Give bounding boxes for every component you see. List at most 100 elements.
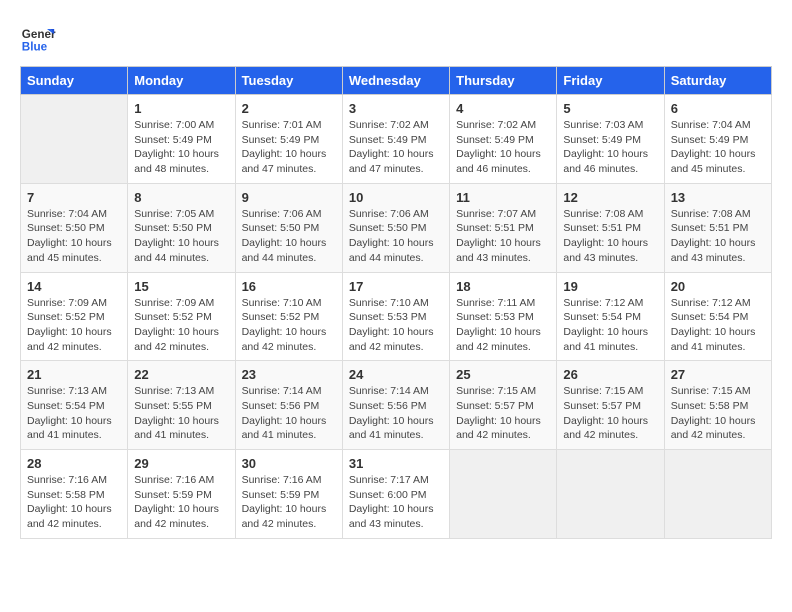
day-cell: 20 Sunrise: 7:12 AM Sunset: 5:54 PM Dayli… bbox=[664, 272, 771, 361]
day-cell: 12 Sunrise: 7:08 AM Sunset: 5:51 PM Dayli… bbox=[557, 183, 664, 272]
day-info: Sunrise: 7:13 AM Sunset: 5:55 PM Dayligh… bbox=[134, 384, 228, 443]
day-number: 26 bbox=[563, 367, 657, 382]
day-info: Sunrise: 7:10 AM Sunset: 5:52 PM Dayligh… bbox=[242, 296, 336, 355]
day-info: Sunrise: 7:12 AM Sunset: 5:54 PM Dayligh… bbox=[671, 296, 765, 355]
day-info: Sunrise: 7:09 AM Sunset: 5:52 PM Dayligh… bbox=[134, 296, 228, 355]
day-info: Sunrise: 7:12 AM Sunset: 5:54 PM Dayligh… bbox=[563, 296, 657, 355]
header-cell-sunday: Sunday bbox=[21, 67, 128, 95]
header-cell-thursday: Thursday bbox=[450, 67, 557, 95]
day-number: 8 bbox=[134, 190, 228, 205]
day-number: 23 bbox=[242, 367, 336, 382]
day-number: 1 bbox=[134, 101, 228, 116]
day-info: Sunrise: 7:17 AM Sunset: 6:00 PM Dayligh… bbox=[349, 473, 443, 532]
day-number: 16 bbox=[242, 279, 336, 294]
day-cell: 27 Sunrise: 7:15 AM Sunset: 5:58 PM Dayli… bbox=[664, 361, 771, 450]
day-number: 29 bbox=[134, 456, 228, 471]
day-number: 9 bbox=[242, 190, 336, 205]
header-row: SundayMondayTuesdayWednesdayThursdayFrid… bbox=[21, 67, 772, 95]
day-info: Sunrise: 7:04 AM Sunset: 5:49 PM Dayligh… bbox=[671, 118, 765, 177]
header-cell-friday: Friday bbox=[557, 67, 664, 95]
day-cell: 8 Sunrise: 7:05 AM Sunset: 5:50 PM Daylig… bbox=[128, 183, 235, 272]
day-number: 31 bbox=[349, 456, 443, 471]
day-info: Sunrise: 7:16 AM Sunset: 5:59 PM Dayligh… bbox=[242, 473, 336, 532]
day-cell: 18 Sunrise: 7:11 AM Sunset: 5:53 PM Dayli… bbox=[450, 272, 557, 361]
day-cell: 30 Sunrise: 7:16 AM Sunset: 5:59 PM Dayli… bbox=[235, 450, 342, 539]
header-cell-saturday: Saturday bbox=[664, 67, 771, 95]
week-row-1: 1 Sunrise: 7:00 AM Sunset: 5:49 PM Daylig… bbox=[21, 95, 772, 184]
day-info: Sunrise: 7:11 AM Sunset: 5:53 PM Dayligh… bbox=[456, 296, 550, 355]
day-cell: 13 Sunrise: 7:08 AM Sunset: 5:51 PM Dayli… bbox=[664, 183, 771, 272]
day-number: 21 bbox=[27, 367, 121, 382]
day-cell: 4 Sunrise: 7:02 AM Sunset: 5:49 PM Daylig… bbox=[450, 95, 557, 184]
day-info: Sunrise: 7:08 AM Sunset: 5:51 PM Dayligh… bbox=[563, 207, 657, 266]
day-cell bbox=[450, 450, 557, 539]
day-info: Sunrise: 7:00 AM Sunset: 5:49 PM Dayligh… bbox=[134, 118, 228, 177]
day-info: Sunrise: 7:04 AM Sunset: 5:50 PM Dayligh… bbox=[27, 207, 121, 266]
day-info: Sunrise: 7:10 AM Sunset: 5:53 PM Dayligh… bbox=[349, 296, 443, 355]
day-cell: 15 Sunrise: 7:09 AM Sunset: 5:52 PM Dayli… bbox=[128, 272, 235, 361]
day-number: 19 bbox=[563, 279, 657, 294]
day-number: 24 bbox=[349, 367, 443, 382]
day-cell: 23 Sunrise: 7:14 AM Sunset: 5:56 PM Dayli… bbox=[235, 361, 342, 450]
day-cell: 24 Sunrise: 7:14 AM Sunset: 5:56 PM Dayli… bbox=[342, 361, 449, 450]
logo-icon: General Blue bbox=[20, 20, 56, 56]
day-info: Sunrise: 7:01 AM Sunset: 5:49 PM Dayligh… bbox=[242, 118, 336, 177]
day-cell: 26 Sunrise: 7:15 AM Sunset: 5:57 PM Dayli… bbox=[557, 361, 664, 450]
day-number: 13 bbox=[671, 190, 765, 205]
header-cell-monday: Monday bbox=[128, 67, 235, 95]
day-info: Sunrise: 7:16 AM Sunset: 5:58 PM Dayligh… bbox=[27, 473, 121, 532]
day-info: Sunrise: 7:02 AM Sunset: 5:49 PM Dayligh… bbox=[456, 118, 550, 177]
day-number: 18 bbox=[456, 279, 550, 294]
day-number: 4 bbox=[456, 101, 550, 116]
day-cell: 31 Sunrise: 7:17 AM Sunset: 6:00 PM Dayli… bbox=[342, 450, 449, 539]
day-cell: 6 Sunrise: 7:04 AM Sunset: 5:49 PM Daylig… bbox=[664, 95, 771, 184]
day-info: Sunrise: 7:14 AM Sunset: 5:56 PM Dayligh… bbox=[242, 384, 336, 443]
day-info: Sunrise: 7:05 AM Sunset: 5:50 PM Dayligh… bbox=[134, 207, 228, 266]
day-info: Sunrise: 7:15 AM Sunset: 5:58 PM Dayligh… bbox=[671, 384, 765, 443]
day-cell: 7 Sunrise: 7:04 AM Sunset: 5:50 PM Daylig… bbox=[21, 183, 128, 272]
day-cell: 21 Sunrise: 7:13 AM Sunset: 5:54 PM Dayli… bbox=[21, 361, 128, 450]
day-cell: 16 Sunrise: 7:10 AM Sunset: 5:52 PM Dayli… bbox=[235, 272, 342, 361]
calendar-table: SundayMondayTuesdayWednesdayThursdayFrid… bbox=[20, 66, 772, 539]
day-number: 30 bbox=[242, 456, 336, 471]
day-number: 12 bbox=[563, 190, 657, 205]
day-info: Sunrise: 7:09 AM Sunset: 5:52 PM Dayligh… bbox=[27, 296, 121, 355]
day-number: 15 bbox=[134, 279, 228, 294]
day-info: Sunrise: 7:07 AM Sunset: 5:51 PM Dayligh… bbox=[456, 207, 550, 266]
day-info: Sunrise: 7:02 AM Sunset: 5:49 PM Dayligh… bbox=[349, 118, 443, 177]
day-info: Sunrise: 7:15 AM Sunset: 5:57 PM Dayligh… bbox=[456, 384, 550, 443]
day-info: Sunrise: 7:06 AM Sunset: 5:50 PM Dayligh… bbox=[349, 207, 443, 266]
day-cell: 17 Sunrise: 7:10 AM Sunset: 5:53 PM Dayli… bbox=[342, 272, 449, 361]
day-number: 2 bbox=[242, 101, 336, 116]
day-info: Sunrise: 7:03 AM Sunset: 5:49 PM Dayligh… bbox=[563, 118, 657, 177]
day-number: 20 bbox=[671, 279, 765, 294]
day-cell bbox=[664, 450, 771, 539]
day-info: Sunrise: 7:13 AM Sunset: 5:54 PM Dayligh… bbox=[27, 384, 121, 443]
day-cell: 9Sunrise: 7:06 AM Sunset: 5:50 PM Daylig… bbox=[235, 183, 342, 272]
logo: General Blue bbox=[20, 20, 56, 56]
day-number: 17 bbox=[349, 279, 443, 294]
day-number: 7 bbox=[27, 190, 121, 205]
day-number: 3 bbox=[349, 101, 443, 116]
day-info: Sunrise: 7:16 AM Sunset: 5:59 PM Dayligh… bbox=[134, 473, 228, 532]
day-cell: 25Sunrise: 7:15 AM Sunset: 5:57 PM Dayli… bbox=[450, 361, 557, 450]
day-cell: 22Sunrise: 7:13 AM Sunset: 5:55 PM Dayli… bbox=[128, 361, 235, 450]
week-row-3: 14Sunrise: 7:09 AM Sunset: 5:52 PM Dayli… bbox=[21, 272, 772, 361]
header-cell-tuesday: Tuesday bbox=[235, 67, 342, 95]
day-cell: 11Sunrise: 7:07 AM Sunset: 5:51 PM Dayli… bbox=[450, 183, 557, 272]
day-number: 5 bbox=[563, 101, 657, 116]
week-row-5: 28 Sunrise: 7:16 AM Sunset: 5:58 PM Dayli… bbox=[21, 450, 772, 539]
day-cell: 5 Sunrise: 7:03 AM Sunset: 5:49 PM Daylig… bbox=[557, 95, 664, 184]
day-number: 27 bbox=[671, 367, 765, 382]
page-header: General Blue bbox=[20, 20, 772, 56]
week-row-2: 7 Sunrise: 7:04 AM Sunset: 5:50 PM Daylig… bbox=[21, 183, 772, 272]
day-cell: 3 Sunrise: 7:02 AM Sunset: 5:49 PM Daylig… bbox=[342, 95, 449, 184]
svg-text:Blue: Blue bbox=[22, 41, 48, 54]
day-number: 6 bbox=[671, 101, 765, 116]
day-info: Sunrise: 7:14 AM Sunset: 5:56 PM Dayligh… bbox=[349, 384, 443, 443]
day-cell: 28 Sunrise: 7:16 AM Sunset: 5:58 PM Dayli… bbox=[21, 450, 128, 539]
day-number: 28 bbox=[27, 456, 121, 471]
day-cell: 19 Sunrise: 7:12 AM Sunset: 5:54 PM Dayli… bbox=[557, 272, 664, 361]
day-info: Sunrise: 7:15 AM Sunset: 5:57 PM Dayligh… bbox=[563, 384, 657, 443]
day-info: Sunrise: 7:08 AM Sunset: 5:51 PM Dayligh… bbox=[671, 207, 765, 266]
